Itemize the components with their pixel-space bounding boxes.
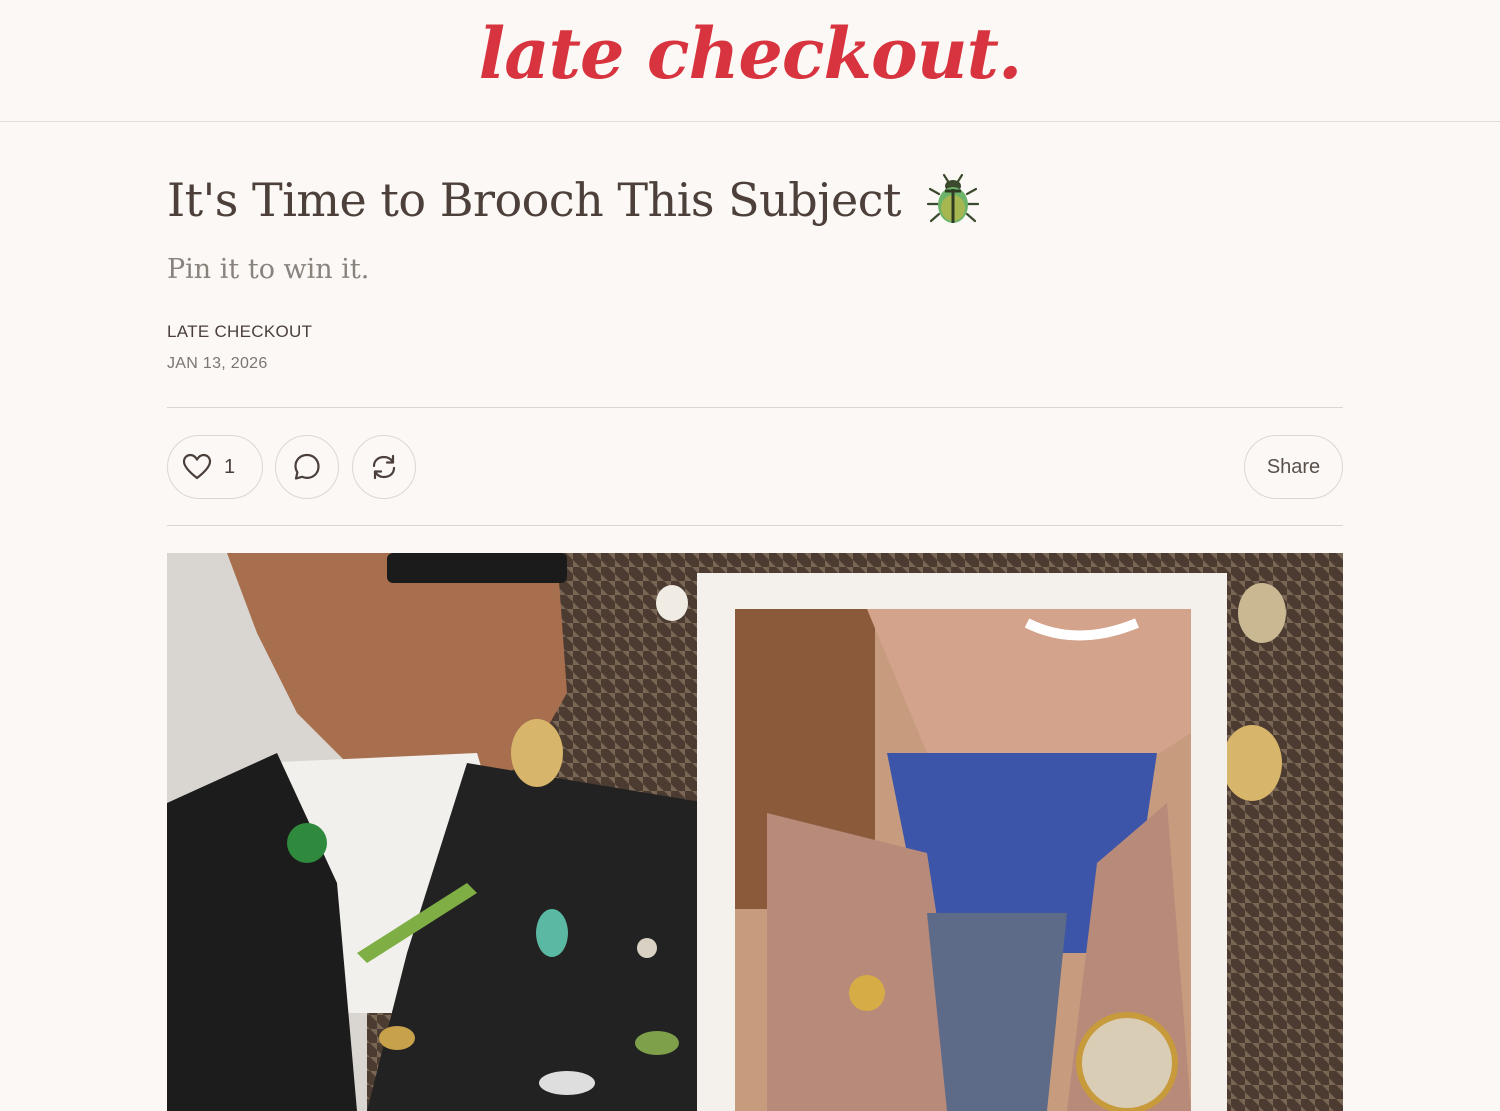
post-subtitle: Pin it to win it.: [167, 254, 370, 285]
hero-image[interactable]: [167, 553, 1343, 1111]
post-title-text: It's Time to Brooch This Subject: [167, 173, 901, 227]
like-count: 1: [224, 455, 236, 478]
beetle-icon: [926, 173, 980, 223]
masthead: late checkout.: [0, 0, 1500, 122]
post-title: It's Time to Brooch This Subject: [167, 172, 981, 228]
divider-bottom: [167, 525, 1343, 526]
publication-logo[interactable]: late checkout.: [479, 12, 1023, 95]
heart-icon: [182, 453, 212, 480]
restack-icon: [372, 454, 396, 480]
comment-button[interactable]: [275, 435, 339, 499]
post-date: JAN 13, 2026: [167, 355, 268, 372]
divider-top: [167, 407, 1343, 408]
author-name[interactable]: LATE CHECKOUT: [167, 322, 312, 342]
comment-icon: [294, 453, 320, 480]
share-button[interactable]: Share: [1244, 435, 1343, 499]
restack-button[interactable]: [352, 435, 416, 499]
like-button[interactable]: 1: [167, 435, 263, 499]
